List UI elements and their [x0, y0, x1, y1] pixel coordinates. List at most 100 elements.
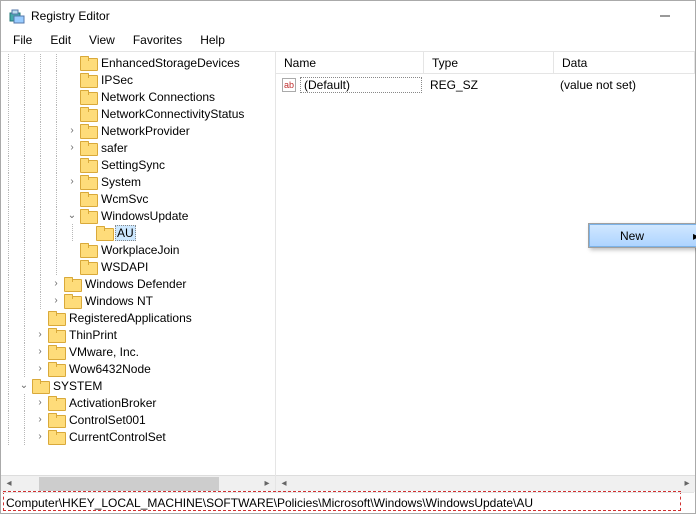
folder-icon — [80, 158, 96, 172]
tree-item-label: WcmSvc — [99, 192, 150, 206]
tree-item-networkconnectivitystatus[interactable]: NetworkConnectivityStatus — [1, 105, 275, 122]
tree-item-networkprovider[interactable]: › NetworkProvider — [1, 122, 275, 139]
tree-item-wow6432node[interactable]: ›Wow6432Node — [1, 360, 275, 377]
tree-item-safer[interactable]: › safer — [1, 139, 275, 156]
tree-item-settingsync[interactable]: SettingSync — [1, 156, 275, 173]
expand-icon[interactable]: ⌄ — [17, 380, 31, 391]
folder-icon — [80, 175, 96, 189]
value-name: (Default) — [300, 77, 422, 93]
tree-item-label: Network Connections — [99, 90, 217, 104]
folder-icon — [80, 243, 96, 257]
tree-item-label: ActivationBroker — [67, 396, 158, 410]
tree-item-label: IPSec — [99, 73, 135, 87]
expand-icon[interactable]: › — [33, 363, 47, 374]
folder-icon — [80, 141, 96, 155]
folder-icon — [48, 413, 64, 427]
tree-item-enhancedstoragedevices[interactable]: EnhancedStorageDevices — [1, 54, 275, 71]
folder-icon — [48, 362, 64, 376]
expand-icon[interactable]: › — [65, 176, 79, 187]
value-data: (value not set) — [552, 78, 644, 92]
menu-file[interactable]: File — [5, 31, 40, 51]
tree-item-label: CurrentControlSet — [67, 430, 168, 444]
folder-icon — [32, 379, 48, 393]
titlebar[interactable]: Registry Editor — [1, 1, 695, 31]
scroll-thumb[interactable] — [39, 477, 219, 491]
tree-item-windowsupdate[interactable]: ⌄ WindowsUpdate — [1, 207, 275, 224]
menu-item-label: New — [620, 229, 644, 243]
minimize-button[interactable] — [643, 6, 687, 26]
tree-item-label: ThinPrint — [67, 328, 119, 342]
col-type[interactable]: Type — [424, 52, 554, 74]
expand-icon[interactable]: › — [33, 431, 47, 442]
list-row[interactable]: ab (Default) REG_SZ (value not set) — [276, 74, 695, 92]
expand-icon[interactable]: › — [49, 295, 63, 306]
tree-item-label: WorkplaceJoin — [99, 243, 181, 257]
expand-icon[interactable]: › — [33, 414, 47, 425]
scroll-left-icon[interactable]: ◂ — [276, 476, 292, 492]
scroll-thumb[interactable] — [292, 477, 679, 491]
status-path: Computer\HKEY_LOCAL_MACHINE\SOFTWARE\Pol… — [6, 496, 533, 510]
expand-icon[interactable]: › — [65, 142, 79, 153]
tree-item-network-connections[interactable]: Network Connections — [1, 88, 275, 105]
expand-icon[interactable]: › — [49, 278, 63, 289]
folder-icon — [80, 192, 96, 206]
tree-item-label: safer — [99, 141, 130, 155]
folder-icon — [80, 90, 96, 104]
tree-item-windows-nt[interactable]: ›Windows NT — [1, 292, 275, 309]
tree-item-label: ControlSet001 — [67, 413, 148, 427]
menubar: File Edit View Favorites Help — [1, 31, 695, 51]
tree-item-windows-defender[interactable]: › Windows Defender — [1, 275, 275, 292]
menu-edit[interactable]: Edit — [42, 31, 79, 51]
tree-item-au[interactable]: AU — [1, 224, 275, 241]
col-data[interactable]: Data — [554, 52, 695, 74]
col-name[interactable]: Name — [276, 52, 424, 74]
folder-icon — [48, 430, 64, 444]
tree-item-label: SettingSync — [99, 158, 167, 172]
tree-item-wcmsvc[interactable]: WcmSvc — [1, 190, 275, 207]
tree-item-label: NetworkProvider — [99, 124, 192, 138]
menu-item-new[interactable]: New ▸ — [589, 224, 696, 247]
tree-item-system[interactable]: ⌄ SYSTEM — [1, 377, 275, 394]
list-panel: Name Type Data ab (Default) REG_SZ (valu… — [276, 52, 695, 491]
scroll-right-icon[interactable]: ▸ — [679, 476, 695, 492]
folder-icon — [80, 260, 96, 274]
tree-item-label: AU — [115, 225, 136, 241]
tree-hscrollbar[interactable]: ◂ ▸ — [1, 475, 275, 491]
string-value-icon: ab — [282, 78, 296, 92]
scroll-right-icon[interactable]: ▸ — [259, 476, 275, 492]
tree-item-registeredapplications[interactable]: RegisteredApplications — [1, 309, 275, 326]
tree-item-workplacejoin[interactable]: WorkplaceJoin — [1, 241, 275, 258]
folder-icon — [80, 124, 96, 138]
tree-item-thinprint[interactable]: › ThinPrint — [1, 326, 275, 343]
expand-icon[interactable]: › — [33, 329, 47, 340]
context-menu-new: New ▸ — [588, 223, 696, 248]
menu-help[interactable]: Help — [192, 31, 233, 51]
tree-item-vmware-inc-[interactable]: ›VMware, Inc. — [1, 343, 275, 360]
tree-item-label: NetworkConnectivityStatus — [99, 107, 246, 121]
expand-icon[interactable]: › — [65, 125, 79, 136]
tree-item-wsdapi[interactable]: WSDAPI — [1, 258, 275, 275]
tree-item-label: Windows Defender — [83, 277, 188, 291]
expand-icon[interactable]: › — [33, 397, 47, 408]
value-type: REG_SZ — [422, 78, 552, 92]
tree-item-ipsec[interactable]: IPSec — [1, 71, 275, 88]
tree-item-label: SYSTEM — [51, 379, 104, 393]
tree-item-activationbroker[interactable]: › ActivationBroker — [1, 394, 275, 411]
tree-item-currentcontrolset[interactable]: › CurrentControlSet — [1, 428, 275, 445]
tree-item-label: WindowsUpdate — [99, 209, 190, 223]
tree-item-controlset001[interactable]: › ControlSet001 — [1, 411, 275, 428]
menu-view[interactable]: View — [81, 31, 123, 51]
scroll-left-icon[interactable]: ◂ — [1, 476, 17, 492]
folder-icon — [48, 396, 64, 410]
tree-item-system[interactable]: ›System — [1, 173, 275, 190]
menu-favorites[interactable]: Favorites — [125, 31, 190, 51]
folder-icon — [64, 277, 80, 291]
folder-icon — [48, 328, 64, 342]
expand-icon[interactable]: ⌄ — [65, 210, 79, 221]
list-hscrollbar[interactable]: ◂ ▸ — [276, 475, 695, 491]
tree-item-label: EnhancedStorageDevices — [99, 56, 242, 70]
folder-icon — [80, 73, 96, 87]
folder-icon — [48, 311, 64, 325]
expand-icon[interactable]: › — [33, 346, 47, 357]
folder-icon — [48, 345, 64, 359]
